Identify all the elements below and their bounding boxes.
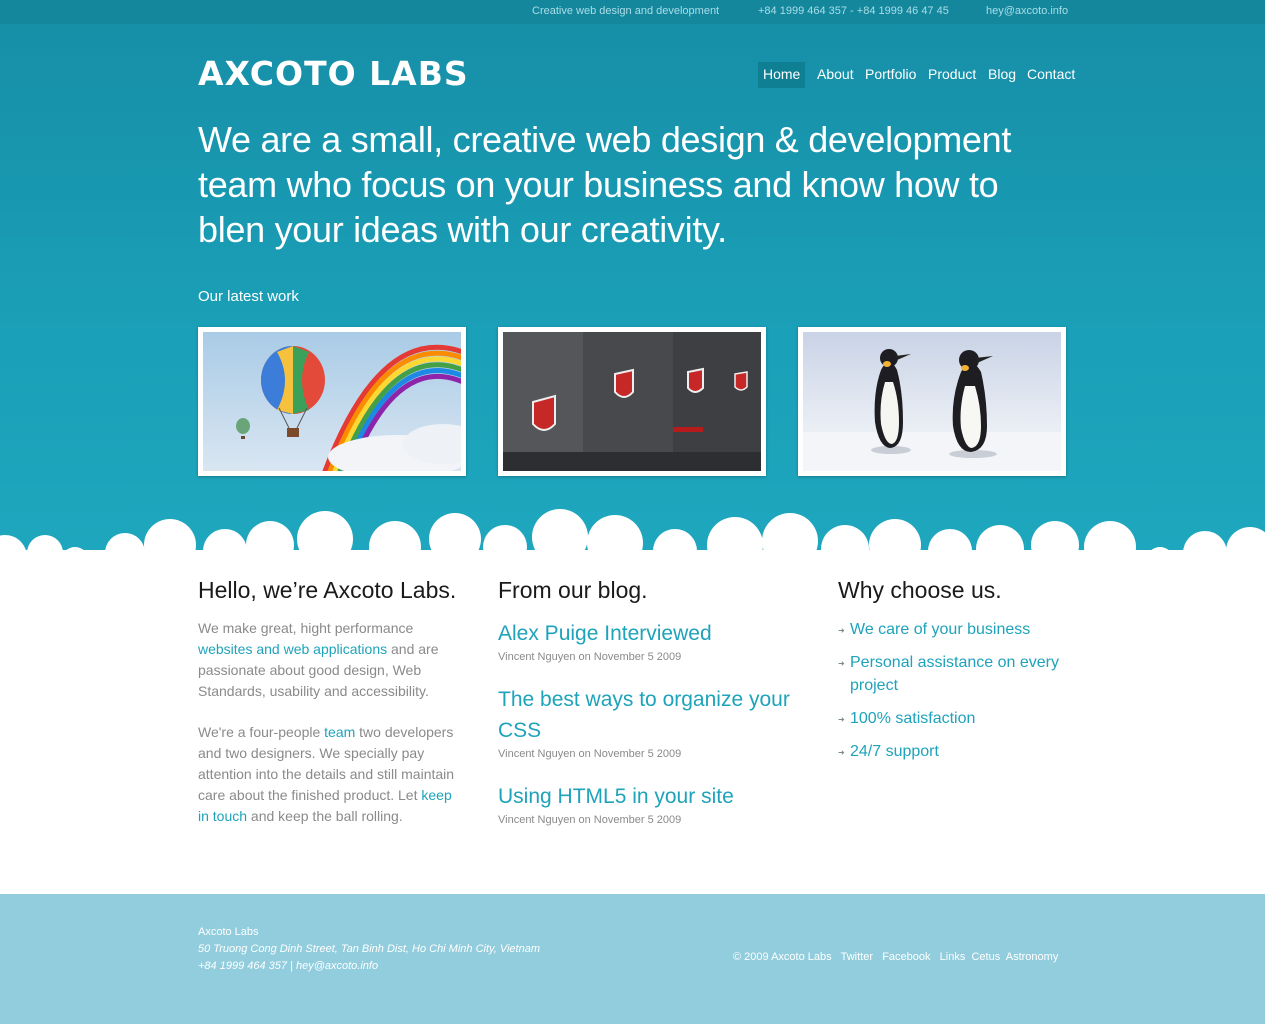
footer-link-twitter[interactable]: Twitter (841, 951, 873, 963)
arrow-icon: ➜ (838, 748, 845, 757)
blog-post-meta: Vincent Nguyen on November 5 2009 (498, 651, 682, 663)
about-p2-text: We're a four-people (198, 724, 325, 740)
footer-contact: +84 1999 464 357 | hey@axcoto.info (198, 960, 379, 972)
footer-link-links[interactable]: Links (940, 951, 966, 963)
blog-post-meta: Vincent Nguyen on November 5 2009 (498, 748, 682, 760)
footer-copyright: © 2009 Axcoto Labs (733, 951, 832, 963)
nav-contact[interactable]: Contact (1027, 62, 1075, 88)
websites-link[interactable]: websites and web applications (198, 641, 387, 657)
arrow-icon: ➜ (838, 715, 845, 724)
why-item[interactable]: ➜ 24/7 support (838, 740, 1068, 763)
about-title: Hello, we’re Axcoto Labs. (198, 577, 457, 603)
blog-posts: Alex Puige Interviewed Vincent Nguyen on… (498, 618, 808, 826)
why-item-label: 100% satisfaction (850, 710, 976, 727)
blog-post-title[interactable]: Using HTML5 in your site (498, 781, 808, 812)
arrow-icon: ➜ (838, 659, 845, 668)
blog-post: The best ways to organize your CSS Vince… (498, 684, 808, 760)
footer: Axcoto Labs 50 Truong Cong Dinh Street, … (0, 894, 1265, 1024)
why-item[interactable]: ➜ We care of your business (838, 618, 1068, 641)
nav-portfolio[interactable]: Portfolio (865, 62, 916, 88)
latest-work-label: Our latest work (198, 288, 299, 305)
topbar-email[interactable]: hey@axcoto.info (986, 5, 1068, 17)
nav-about[interactable]: About (817, 62, 854, 88)
why-item-label: We care of your business (850, 621, 1031, 638)
about-paragraph-2: We're a four-people team two developers … (198, 722, 466, 827)
blog-title: From our blog. (498, 577, 648, 603)
jacket-badges-image (503, 332, 761, 471)
topbar-phones: +84 1999 464 357 - +84 1999 46 47 45 (758, 5, 949, 17)
nav-product[interactable]: Product (928, 62, 976, 88)
blog-post: Using HTML5 in your site Vincent Nguyen … (498, 781, 808, 826)
topbar-tagline: Creative web design and development (532, 5, 720, 17)
penguins-image (803, 332, 1061, 471)
cloud-divider (0, 509, 1265, 575)
about-text: We make great, hight performance website… (198, 618, 466, 847)
footer-address: 50 Truong Cong Dinh Street, Tan Binh Dis… (198, 943, 540, 955)
why-item[interactable]: ➜ Personal assistance on every project (838, 651, 1068, 697)
balloon-rainbow-image (203, 332, 461, 471)
hero-headline: We are a small, creative web design & de… (198, 119, 1012, 250)
blog-post-meta: Vincent Nguyen on November 5 2009 (498, 814, 682, 826)
footer-link-astronomy[interactable]: Astronomy (1006, 951, 1059, 963)
portfolio-thumb-badges[interactable] (498, 327, 766, 476)
about-paragraph-1: We make great, hight performance website… (198, 618, 466, 702)
footer-company: Axcoto Labs (198, 926, 259, 938)
about-p2-text-end: and keep the ball rolling. (247, 808, 403, 824)
blog-post: Alex Puige Interviewed Vincent Nguyen on… (498, 618, 808, 663)
arrow-icon: ➜ (838, 626, 845, 635)
team-link[interactable]: team (324, 724, 355, 740)
footer-link-cetus[interactable]: Cetus (971, 951, 1000, 963)
about-p1-text: We make great, hight performance (198, 620, 414, 636)
site-logo[interactable]: Axcoto Labs (198, 54, 469, 93)
nav-blog[interactable]: Blog (988, 62, 1016, 88)
why-item-label: 24/7 support (850, 743, 939, 760)
portfolio-thumb-balloon[interactable] (198, 327, 466, 476)
footer-links: © 2009 Axcoto Labs Twitter Facebook Link… (733, 951, 1058, 963)
portfolio-thumb-penguins[interactable] (798, 327, 1066, 476)
top-bar: Creative web design and development +84 … (0, 0, 1265, 24)
blog-post-title[interactable]: Alex Puige Interviewed (498, 618, 808, 649)
nav-home[interactable]: Home (758, 62, 806, 88)
why-list: ➜ We care of your business ➜ Personal assi… (838, 618, 1068, 773)
hero-section: Creative web design and development +84 … (0, 0, 1265, 560)
why-item-label: Personal assistance on every project (850, 654, 1059, 694)
blog-post-title[interactable]: The best ways to organize your CSS (498, 684, 808, 746)
footer-link-facebook[interactable]: Facebook (882, 951, 930, 963)
why-title: Why choose us. (838, 577, 1002, 603)
why-item[interactable]: ➜ 100% satisfaction (838, 707, 1068, 730)
footer-address-block: Axcoto Labs 50 Truong Cong Dinh Street, … (198, 924, 540, 975)
